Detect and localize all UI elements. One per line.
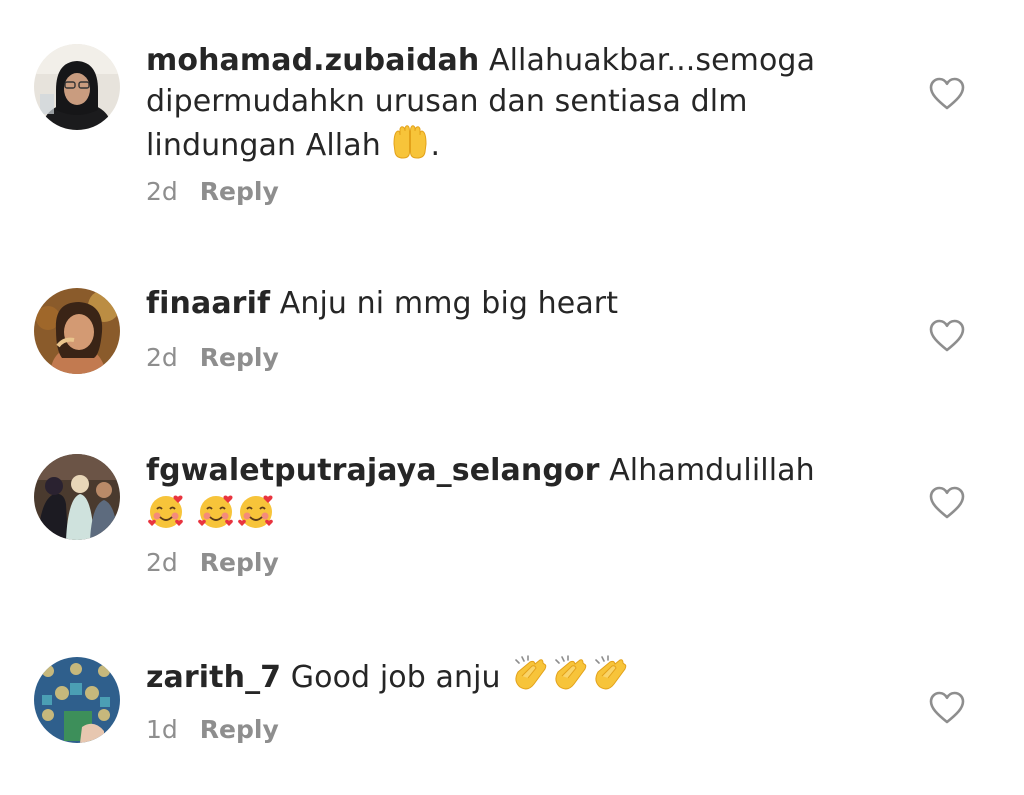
comment-username[interactable]: mohamad.zubaidah [146, 43, 479, 78]
comment-time: 2d [146, 343, 178, 372]
heart-outline-icon[interactable] [929, 691, 965, 725]
clapping-hands-emoji [510, 654, 550, 694]
comment-username[interactable]: zarith_7 [146, 660, 281, 695]
heart-outline-icon[interactable] [929, 319, 965, 353]
reply-button[interactable]: Reply [200, 548, 279, 577]
heart-outline-icon[interactable] [929, 77, 965, 111]
comment-time: 1d [146, 715, 178, 744]
reply-button[interactable]: Reply [200, 343, 279, 372]
comment-body: Good job anju [290, 660, 511, 695]
smiling-face-with-hearts-emoji [146, 491, 186, 531]
comment-text: fgwaletputrajaya_selangor Alhamdulillah [146, 450, 846, 535]
comment-text: finaarif Anju ni mmg big heart [146, 283, 846, 324]
comment-body: Alhamdulillah [609, 453, 815, 488]
avatar[interactable] [34, 288, 120, 374]
comment-meta: 1d Reply [146, 715, 279, 745]
comment-time: 2d [146, 548, 178, 577]
smiling-face-with-hearts-emoji [236, 491, 276, 531]
reply-button[interactable]: Reply [200, 177, 279, 206]
comment-body: Anju ni mmg big heart [279, 286, 619, 321]
comment-meta: 2d Reply [146, 548, 279, 578]
reply-button[interactable]: Reply [200, 715, 279, 744]
comment-body-end: . [430, 128, 441, 163]
comment-text: mohamad.zubaidah Allahuakbar...semoga di… [146, 40, 846, 166]
comment-username[interactable]: finaarif [146, 286, 270, 321]
raising-hands-emoji [390, 122, 430, 162]
comment-text: zarith_7 Good job anju [146, 654, 846, 698]
comment-time: 2d [146, 177, 178, 206]
avatar[interactable] [34, 657, 120, 743]
comment-meta: 2d Reply [146, 177, 279, 207]
comment-username[interactable]: fgwaletputrajaya_selangor [146, 453, 600, 488]
comment-meta: 2d Reply [146, 343, 279, 373]
smiling-face-with-hearts-emoji [196, 491, 236, 531]
avatar[interactable] [34, 454, 120, 540]
clapping-hands-emoji [590, 654, 630, 694]
clapping-hands-emoji [550, 654, 590, 694]
avatar[interactable] [34, 44, 120, 130]
heart-outline-icon[interactable] [929, 486, 965, 520]
